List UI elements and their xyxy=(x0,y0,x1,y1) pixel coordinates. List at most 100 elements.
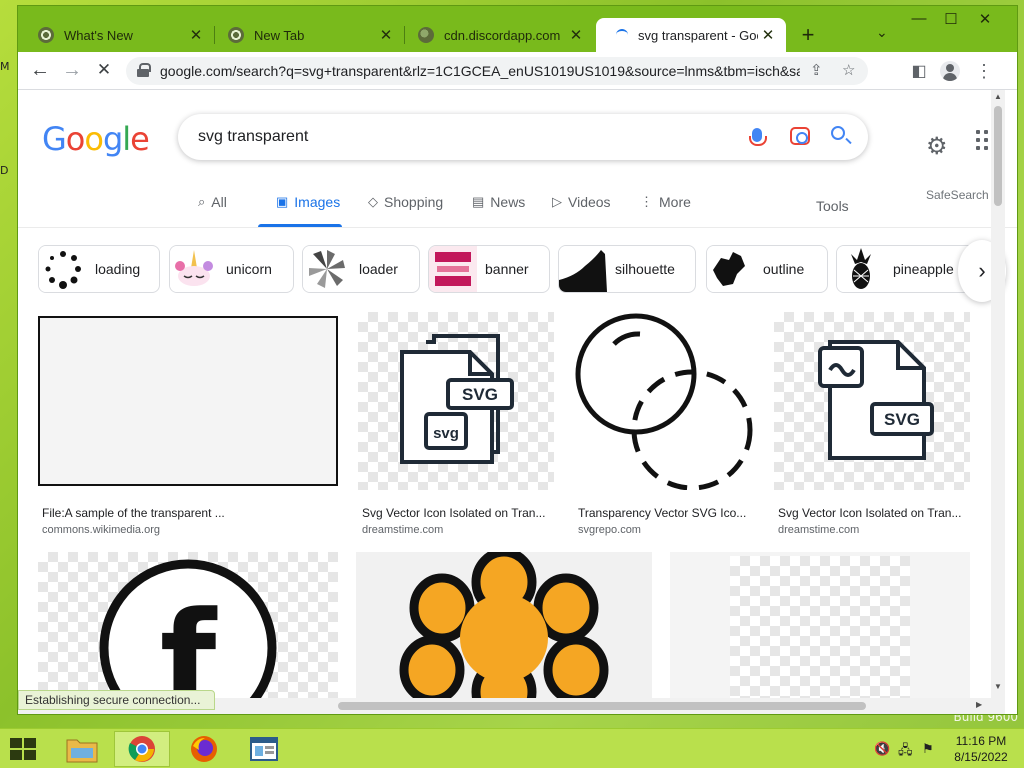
back-button[interactable]: ← xyxy=(28,60,52,80)
result-title[interactable]: Svg Vector Icon Isolated on Tran... xyxy=(362,506,550,520)
action-center-flag-icon[interactable]: ⚑ xyxy=(922,741,934,757)
lock-icon xyxy=(137,63,151,77)
silhouette-thumbnail xyxy=(559,246,607,292)
scroll-up-arrow-icon[interactable]: ▲ xyxy=(991,92,1005,101)
tab-cdn-discordapp[interactable]: cdn.discordapp.com ✕ xyxy=(398,18,594,52)
result-source[interactable]: dreamstime.com xyxy=(778,524,859,536)
browser-window: What's New ✕ New Tab ✕ cdn.discordapp.co… xyxy=(18,6,1017,714)
taskbar-firefox[interactable] xyxy=(176,731,232,767)
svg-document-icon: SVG xyxy=(818,340,934,460)
result-thumbnail[interactable]: SVG xyxy=(774,312,970,490)
loading-spinner-icon xyxy=(616,29,628,41)
taskbar-file-explorer[interactable] xyxy=(54,731,110,767)
scrollbar-thumb[interactable] xyxy=(338,702,866,710)
image-result[interactable]: Transparency Vector SVG Ico... svgrepo.c… xyxy=(574,312,754,536)
profile-avatar-icon[interactable] xyxy=(940,61,960,81)
result-thumbnail[interactable]: SVG svg xyxy=(358,312,554,490)
system-clock[interactable]: 11:16 PM 8/15/2022 xyxy=(950,733,1012,765)
result-title[interactable]: File:A sample of the transparent ... xyxy=(42,506,334,520)
microphone-icon[interactable] xyxy=(749,128,767,146)
chip-loader[interactable]: loader xyxy=(302,245,420,293)
svg-small-text: svg xyxy=(433,425,459,442)
tab-whats-new[interactable]: What's New ✕ xyxy=(18,18,215,52)
image-result[interactable]: SVG svg Svg Vector Icon Isolated on Tran… xyxy=(358,312,554,536)
chip-banner[interactable]: banner xyxy=(428,245,550,293)
taskbar-chrome[interactable] xyxy=(114,731,170,767)
tab-all[interactable]: ⌕ All xyxy=(198,194,227,210)
search-icon[interactable] xyxy=(831,126,845,140)
tab-close-icon[interactable]: ✕ xyxy=(376,26,396,44)
tab-videos[interactable]: ▷ Videos xyxy=(552,194,611,210)
result-source[interactable]: dreamstime.com xyxy=(362,524,443,536)
result-thumbnail[interactable] xyxy=(574,312,754,490)
chip-pineapple[interactable]: pineapple xyxy=(836,245,976,293)
settings-gear-icon[interactable]: ⚙ xyxy=(926,132,948,161)
tab-close-icon[interactable]: ✕ xyxy=(186,26,206,44)
tab-new-tab[interactable]: New Tab ✕ xyxy=(208,18,405,52)
close-window-button[interactable]: ✕ xyxy=(970,10,1000,28)
side-panel-icon[interactable]: ◧ xyxy=(908,61,930,81)
result-title[interactable]: Svg Vector Icon Isolated on Tran... xyxy=(778,506,968,520)
tab-news[interactable]: ▤ News xyxy=(472,194,525,210)
aol-asterisk-icon xyxy=(399,552,609,702)
tab-search-button[interactable]: ⌄ xyxy=(876,24,888,41)
result-source[interactable]: svgrepo.com xyxy=(578,524,641,536)
tab-images[interactable]: ▣ Images xyxy=(276,194,340,210)
chip-unicorn[interactable]: unicorn xyxy=(169,245,294,293)
address-bar[interactable]: google.com/search?q=svg+transparent&rlz=… xyxy=(126,57,868,85)
safesearch-button[interactable]: SafeSearch xyxy=(926,188,989,202)
chip-loading[interactable]: loading xyxy=(38,245,160,293)
result-thumbnail[interactable] xyxy=(356,552,652,702)
result-thumbnail[interactable] xyxy=(38,316,338,486)
vertical-scrollbar[interactable]: ▲ ▼ xyxy=(991,90,1005,714)
browser-toolbar: ← → ✕ google.com/search?q=svg+transparen… xyxy=(18,52,1017,90)
result-title[interactable]: Transparency Vector SVG Ico... xyxy=(578,506,750,520)
chrome-icon xyxy=(228,27,244,43)
maximize-button[interactable]: ☐ xyxy=(936,10,966,28)
result-source[interactable]: commons.wikimedia.org xyxy=(42,524,160,536)
newspaper-icon: ▤ xyxy=(472,194,485,209)
status-bubble: Establishing secure connection... xyxy=(18,690,216,710)
minimize-button[interactable]: — xyxy=(904,10,934,27)
tab-title: New Tab xyxy=(254,27,305,43)
tab-close-icon[interactable]: ✕ xyxy=(758,26,778,44)
tab-more[interactable]: ⋮ More xyxy=(640,194,691,210)
chip-outline[interactable]: outline xyxy=(706,245,828,293)
unicorn-thumbnail xyxy=(170,246,218,292)
pineapple-thumbnail xyxy=(837,246,885,292)
forward-button[interactable]: → xyxy=(60,60,84,80)
google-apps-icon[interactable] xyxy=(976,130,990,150)
window-app-icon xyxy=(250,737,278,761)
taskbar-app-window[interactable] xyxy=(236,731,292,767)
image-result[interactable]: f xyxy=(38,552,338,702)
bookmark-star-icon[interactable]: ☆ xyxy=(842,61,855,79)
facebook-f-letter: f xyxy=(160,583,218,702)
tab-svg-transparent[interactable]: svg transparent - Goog ✕ xyxy=(596,18,786,52)
scroll-right-arrow-icon[interactable]: ▶ xyxy=(976,700,982,709)
scrollbar-thumb[interactable] xyxy=(994,106,1002,206)
related-searches-chips: loading unicorn loader banner silhouette… xyxy=(38,245,998,293)
browser-menu-icon[interactable]: ⋮ xyxy=(973,61,995,82)
network-icon[interactable]: 🖧 xyxy=(898,741,913,763)
result-thumbnail[interactable]: f xyxy=(38,552,338,702)
image-result[interactable]: SVG Svg Vector Icon Isolated on Tran... … xyxy=(774,312,970,536)
tab-shopping[interactable]: ◇ Shopping xyxy=(368,194,443,210)
search-box xyxy=(178,114,868,160)
tools-button[interactable]: Tools xyxy=(816,198,849,214)
speaker-muted-icon[interactable]: 🔇 xyxy=(874,741,890,757)
search-input[interactable] xyxy=(198,126,718,148)
image-result[interactable]: File:A sample of the transparent ... com… xyxy=(38,316,338,536)
image-result[interactable] xyxy=(670,552,970,702)
share-icon[interactable]: ⇪ xyxy=(810,61,823,79)
tab-close-icon[interactable]: ✕ xyxy=(566,26,586,44)
chip-silhouette[interactable]: silhouette xyxy=(558,245,696,293)
start-button[interactable] xyxy=(10,738,36,760)
stop-loading-button[interactable]: ✕ xyxy=(92,60,116,80)
scroll-down-arrow-icon[interactable]: ▼ xyxy=(991,682,1005,691)
result-thumbnail[interactable] xyxy=(670,552,970,702)
new-tab-button[interactable]: + xyxy=(796,22,820,48)
clock-date: 8/15/2022 xyxy=(954,750,1008,764)
image-result[interactable] xyxy=(356,552,652,702)
camera-lens-icon[interactable] xyxy=(790,127,810,145)
google-logo[interactable]: Google xyxy=(42,120,150,158)
